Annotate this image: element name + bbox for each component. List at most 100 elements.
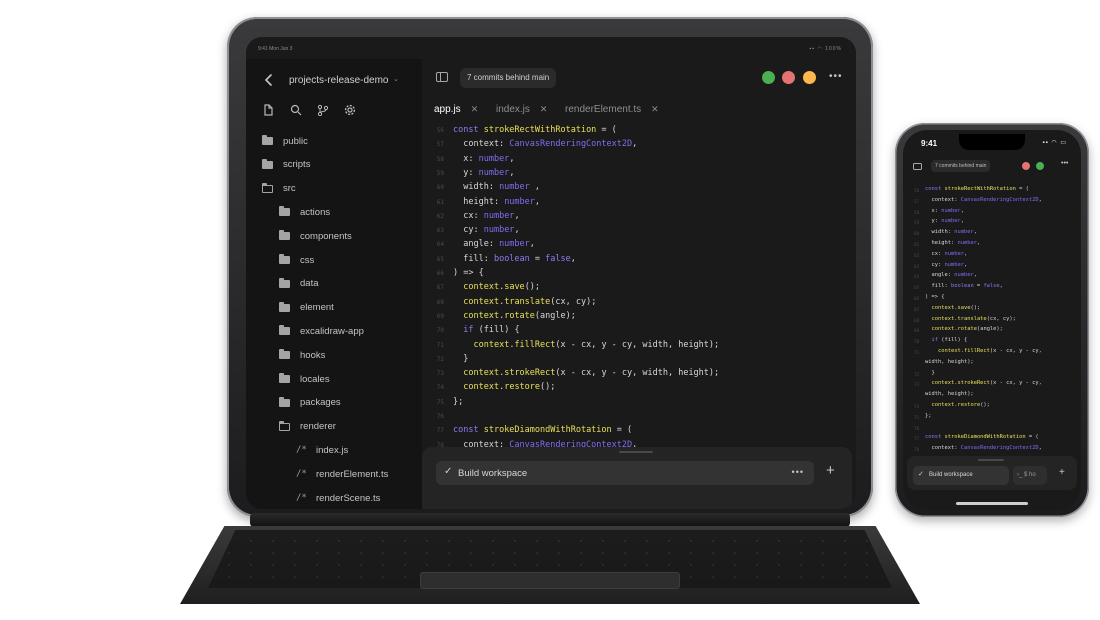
tab-app-js[interactable]: app.js ✕ (434, 104, 478, 115)
tree-item-hooks[interactable]: hooks (279, 345, 325, 365)
build-workspace-button[interactable]: ✓ Build workspace ••• (436, 461, 814, 485)
code-line: 57 context: CanvasRenderingContext2D, (422, 139, 856, 153)
line-number: 77 (436, 427, 444, 435)
tab-index-js[interactable]: index.js ✕ (496, 104, 547, 115)
drag-handle[interactable] (619, 451, 653, 453)
more-horizontal-icon[interactable]: ••• (829, 71, 843, 82)
build-workspace-button[interactable]: ✓ Build workspace (913, 466, 1009, 485)
gear-icon[interactable] (344, 103, 356, 116)
tree-item-renderer[interactable]: renderer (279, 417, 336, 437)
code-line: 58 x: number, (903, 208, 1081, 219)
project-selector[interactable]: projects-release-demo (289, 75, 389, 86)
avatar[interactable] (1021, 161, 1031, 171)
tree-item-label: excalidraw-app (300, 325, 364, 337)
drag-handle[interactable] (978, 459, 1004, 461)
code-text: cx: number, (925, 250, 968, 257)
code-line: 71 context.fillRect(x - cx, y - cy, widt… (422, 340, 856, 354)
code-text: fill: boolean = false, (453, 253, 576, 264)
code-line: 71 context.fillRect(x - cx, y - cy, (903, 348, 1081, 359)
code-line: 70 if (fill) { (422, 325, 856, 339)
tree-item-label: src (283, 183, 296, 195)
commits-behind-badge[interactable]: 7 commits behind main (931, 160, 991, 172)
code-line: 62 cx: number, (422, 211, 856, 225)
more-horizontal-icon[interactable]: ••• (792, 467, 804, 477)
code-line: 65 fill: boolean = false, (903, 283, 1081, 294)
code-text: cy: number, (925, 261, 968, 268)
code-line: 65 fill: boolean = false, (422, 254, 856, 268)
tree-item-index-js[interactable]: /* index.js (296, 440, 348, 460)
code-line: 72 } (422, 354, 856, 368)
code-text: if (fill) { (931, 337, 968, 344)
line-number: 72 (436, 355, 444, 363)
code-line: 78 context: CanvasRenderingContext2D, (903, 445, 1081, 456)
trackpad (420, 572, 680, 589)
avatar[interactable] (761, 70, 776, 85)
build-label: Build workspace (458, 468, 528, 479)
tree-item-components[interactable]: components (279, 226, 352, 246)
search-icon[interactable] (290, 103, 302, 116)
code-line: 74 context.restore(); (422, 382, 856, 396)
tree-item-data[interactable]: data (279, 274, 319, 294)
code-line: 66) => { (903, 294, 1081, 305)
more-horizontal-icon[interactable]: ••• (1061, 160, 1068, 167)
tree-item-label: renderer (300, 421, 336, 433)
sidebar-toggle-icon[interactable] (436, 72, 448, 82)
tree-item-css[interactable]: css (279, 250, 314, 270)
code-file-icon: /* (296, 493, 307, 503)
code-line: 60 width: number , (422, 182, 856, 196)
avatar[interactable] (781, 70, 796, 85)
avatar[interactable] (1035, 161, 1045, 171)
tab-render-element-ts[interactable]: renderElement.ts ✕ (565, 104, 659, 115)
line-number: 58 (436, 155, 444, 163)
folder-icon (279, 254, 290, 264)
tree-item-src[interactable]: src (262, 179, 296, 199)
code-file-icon: /* (296, 469, 307, 480)
code-line: 73 context.strokeRect(x - cx, y - cy, (903, 380, 1081, 391)
code-text: width, height); (925, 391, 974, 398)
file-icon[interactable] (262, 103, 274, 116)
code-text: height: number, (925, 240, 981, 246)
code-text: y: number, (925, 218, 964, 225)
build-panel: ✓ Build workspace ••• + (422, 447, 852, 509)
tree-item-excalidraw-app[interactable]: excalidraw-app (279, 321, 364, 341)
tree-item-renderscene-ts[interactable]: /* renderScene.ts (296, 488, 380, 508)
code-text: context.strokeRect(x - cx, y - cy, width… (463, 368, 720, 379)
close-icon[interactable]: ✕ (651, 104, 659, 115)
line-number: 75 (914, 414, 919, 420)
git-branch-icon[interactable] (317, 103, 329, 117)
close-icon[interactable]: ✕ (471, 104, 479, 115)
line-number: 69 (436, 312, 444, 320)
tree-item-scripts[interactable]: scripts (262, 155, 310, 175)
tree-item-packages[interactable]: packages (279, 393, 341, 413)
chevron-left-icon (264, 74, 272, 86)
tree-item-renderelement-ts[interactable]: /* renderElement.ts (296, 464, 388, 484)
tree-item-actions[interactable]: actions (279, 202, 330, 222)
code-line: 75}; (903, 413, 1081, 424)
code-editor[interactable]: 56 const strokeRectWithRotation = (57 con… (422, 125, 856, 455)
close-icon[interactable]: ✕ (540, 104, 548, 115)
code-text: angle: number, (453, 239, 535, 250)
chevron-down-icon[interactable]: ⌄ (393, 75, 399, 83)
plus-icon[interactable]: + (1059, 467, 1065, 478)
code-line: 67 context.save(); (903, 305, 1081, 316)
tree-item-element[interactable]: element (279, 298, 334, 318)
tree-item-public[interactable]: public (262, 131, 308, 151)
code-text: context.fillRect(x - cx, y - cy, (937, 348, 1042, 354)
terminal-button[interactable]: ›_ $ ho (1013, 466, 1047, 485)
code-text: context.strokeRect(x - cx, y - cy, (931, 380, 1042, 387)
line-number: 62 (914, 252, 919, 258)
tree-item-locales[interactable]: locales (279, 369, 330, 389)
avatar[interactable] (802, 70, 817, 85)
folder-icon (279, 230, 290, 241)
tree-item-label: data (300, 278, 319, 290)
plus-icon[interactable]: + (826, 462, 835, 479)
sidebar-toggle-icon[interactable] (913, 163, 922, 170)
code-text: ) => { (453, 268, 484, 278)
code-line: 60 width: number, (903, 229, 1081, 240)
code-line: 58 x: number, (422, 154, 856, 168)
back-button[interactable] (262, 73, 276, 87)
tree-item-label: hooks (300, 349, 326, 361)
commits-behind-badge[interactable]: 7 commits behind main (460, 68, 557, 88)
code-line: 77 const strokeDiamondWithRotation = ( (422, 425, 856, 439)
line-number: 76 (914, 425, 919, 431)
